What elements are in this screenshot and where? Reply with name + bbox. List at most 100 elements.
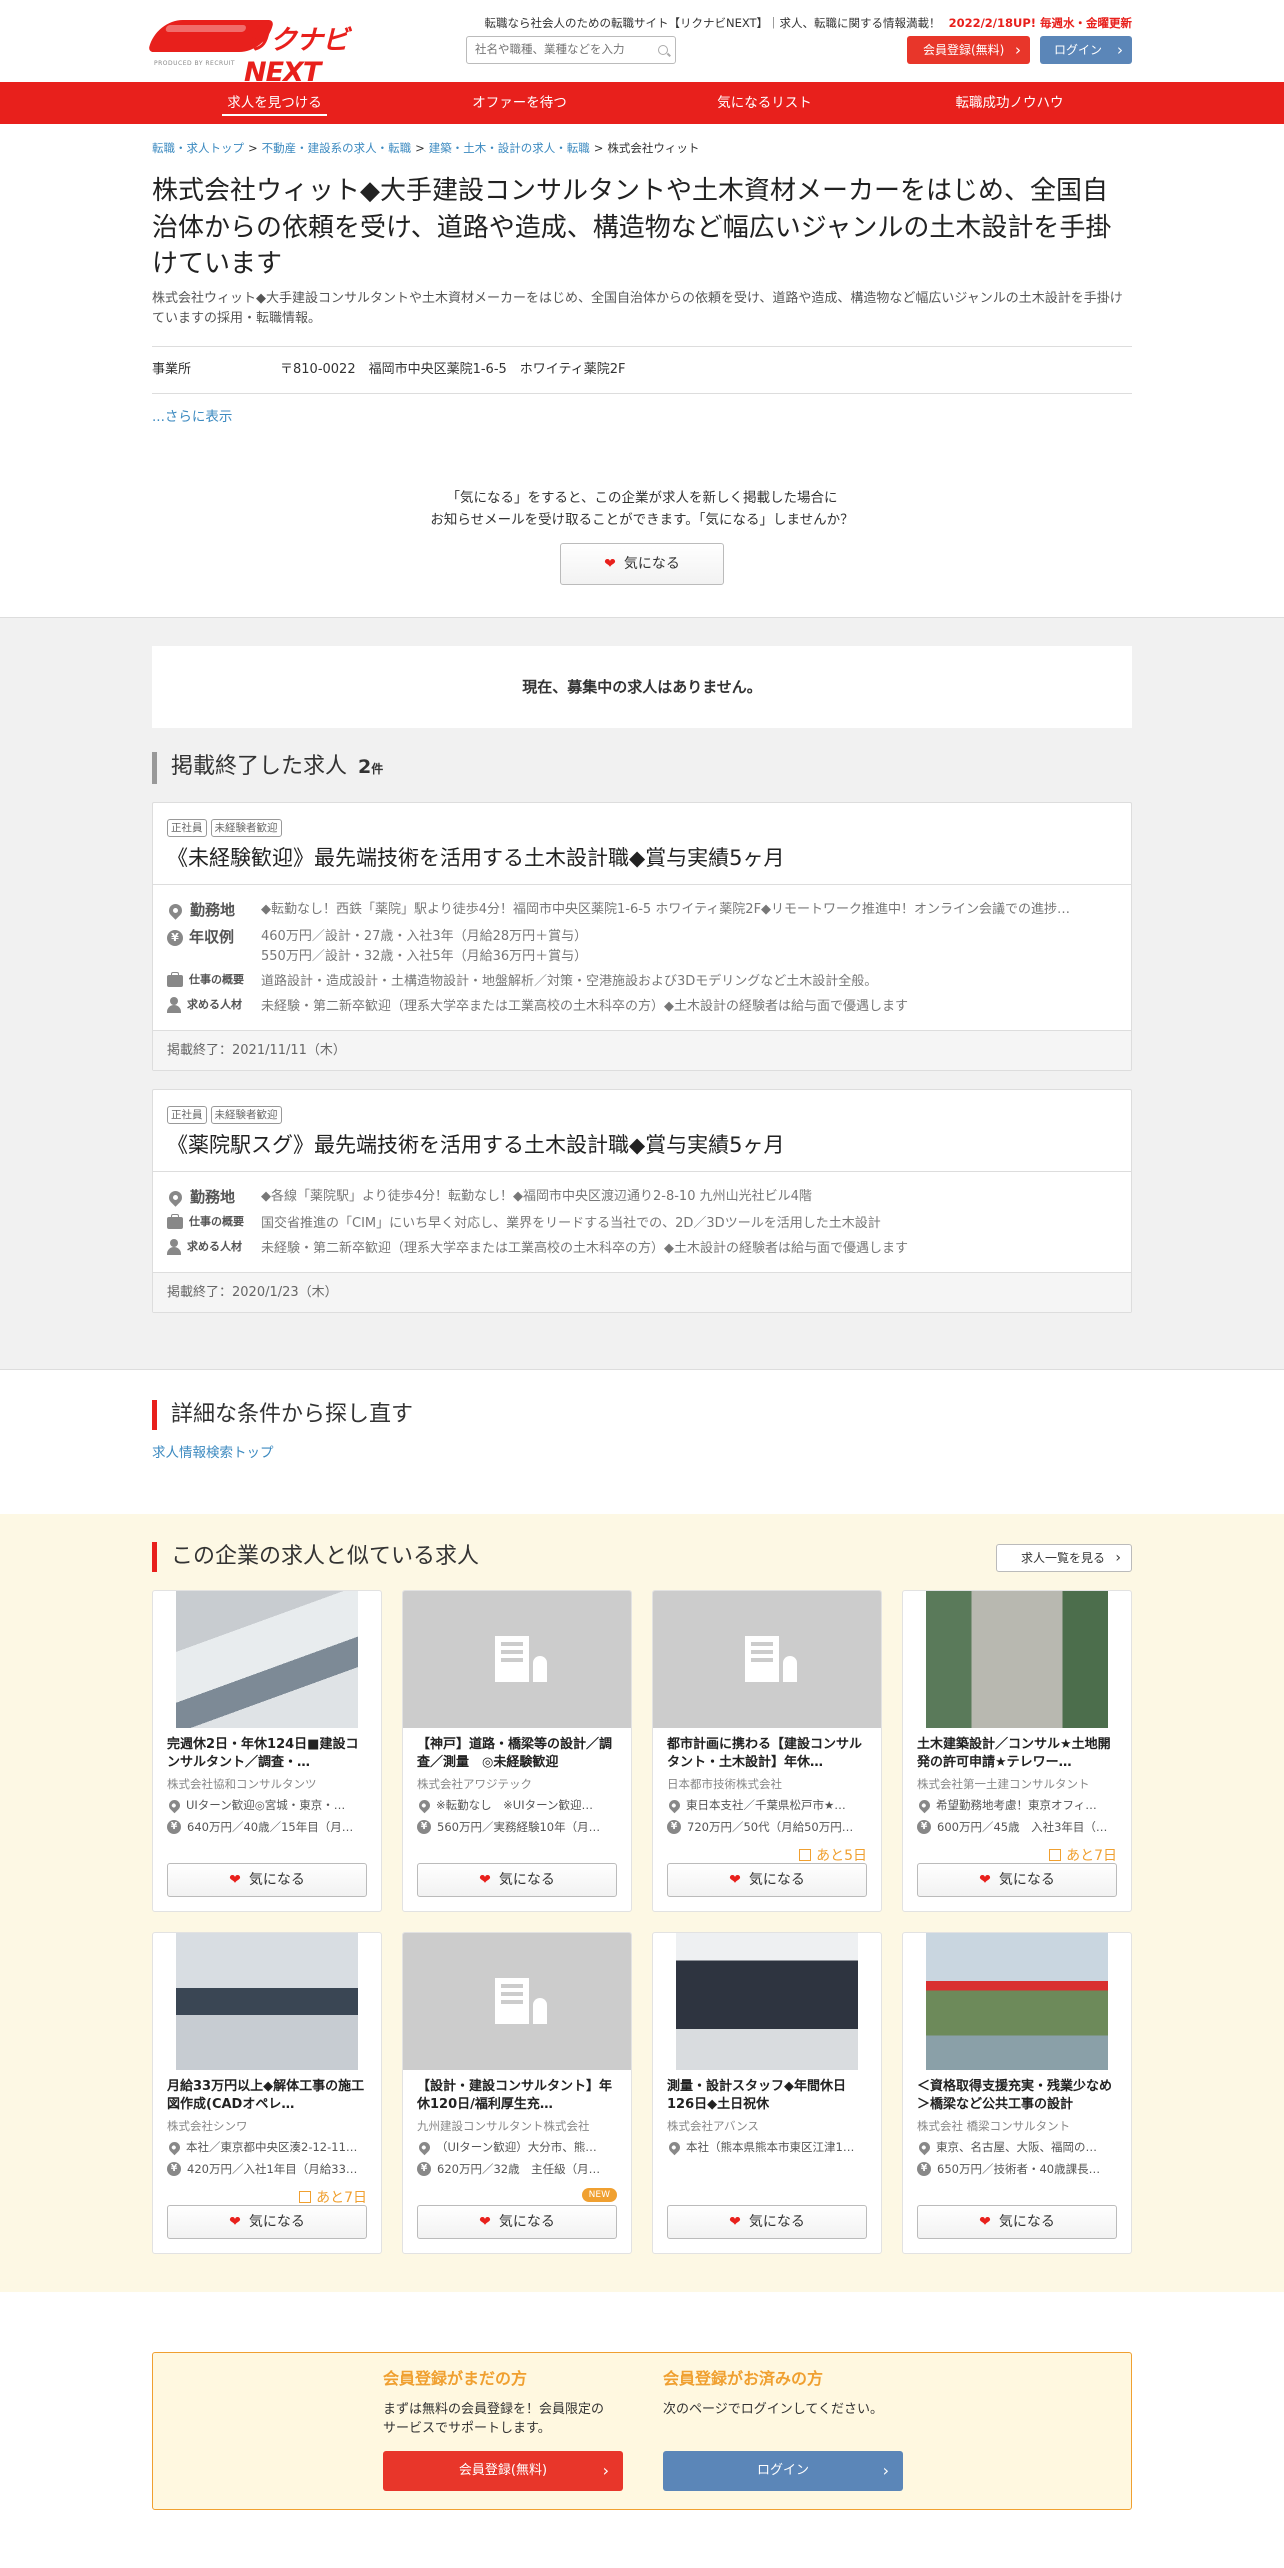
card-location: （UIターン歓迎）大分市、熊…	[417, 2139, 617, 2156]
card-job-title[interactable]: ＜資格取得支援充実・残業少なめ＞橋梁など公共工事の設計	[917, 2078, 1117, 2116]
card-favorite-button[interactable]: ❤ 気になる	[917, 1862, 1117, 1897]
login-column: 会員登録がお済みの方 次のページでログインしてください。	[663, 2367, 883, 2420]
heart-icon: ❤	[979, 2213, 991, 2230]
rikunabi-next-logo[interactable]: リクナビNEXT PRODUCED BY RECRUIT	[148, 18, 402, 88]
view-job-list-button[interactable]: 求人一覧を見る	[996, 1543, 1132, 1572]
similar-job-card[interactable]: 都市計画に携わる【建設コンサルタント・土木設計】年休… 日本都市技術株式会社 東…	[652, 1589, 882, 1912]
similar-job-card[interactable]: 土木建築設計／コンサル★土地開発の許可申請★テレワー… 株式会社第一土建コンサル…	[902, 1589, 1132, 1912]
card-favorite-button[interactable]: ❤ 気になる	[417, 2204, 617, 2239]
location-label: 勤務地	[190, 900, 236, 919]
card-favorite-button[interactable]: ❤ 気になる	[667, 2204, 867, 2239]
similar-job-card[interactable]: 完週休2日・年休124日■建設コンサルタント／調査・… 株式会社協和コンサルタン…	[152, 1589, 382, 1912]
job-thumbnail[interactable]	[153, 1932, 381, 2070]
card-favorite-button[interactable]: ❤ 気になる	[417, 1862, 617, 1897]
summary-label: 仕事の概要	[189, 972, 244, 986]
location-pin-icon	[166, 901, 185, 920]
job-title[interactable]: 《未経験歓迎》最先端技術を活用する土木設計職◆賞与実績5ヶ月	[167, 843, 1117, 873]
job-search-top-link[interactable]: 求人情報検索トップ	[152, 1444, 1132, 1464]
company-title: 株式会社ウィット◆大手建設コンサルタントや土木資材メーカーをはじめ、全国自治体か…	[152, 175, 1112, 280]
requirements-label: 求める人材	[187, 998, 242, 1012]
register-description: まずは無料の会員登録を！会員限定の サービスでサポートします。	[383, 2401, 605, 2437]
register-button[interactable]: 会員登録(無料)	[907, 36, 1030, 64]
site-header: リクナビNEXT PRODUCED BY RECRUIT 転職なら社会人のための…	[148, 0, 1132, 88]
card-job-title[interactable]: 都市計画に携わる【建設コンサルタント・土木設計】年休…	[667, 1736, 867, 1774]
update-notice: 2022/2/18UP! 毎週水・金曜更新	[948, 16, 1132, 30]
job-tag: 未経験者歓迎	[210, 1106, 282, 1125]
card-salary: ¥560万円／実務経験10年（月…	[417, 1819, 617, 1836]
logo-text: リクナビNEXT	[244, 25, 349, 88]
summary-label: 仕事の概要	[189, 1214, 244, 1228]
card-job-title[interactable]: 土木建築設計／コンサル★土地開発の許可申請★テレワー…	[917, 1736, 1117, 1774]
card-company: 九州建設コンサルタント株式会社	[417, 2118, 590, 2133]
salary-label: 年収例	[189, 927, 235, 946]
breadcrumb-top[interactable]: 転職・求人トップ	[152, 141, 244, 155]
breadcrumb-civil[interactable]: 建築・土木・設計の求人・転職	[429, 141, 590, 155]
card-location: ※転勤なし ※UIターン歓迎…	[417, 1797, 617, 1814]
heart-icon: ❤	[229, 2213, 241, 2230]
card-job-title[interactable]: 測量・設計スタッフ◆年間休日126日◆土日祝休	[667, 2078, 867, 2116]
card-job-title[interactable]: 【設計・建設コンサルタント】年休120日/福利厚生充…	[417, 2078, 617, 2116]
detail-search-heading: 詳細な条件から探し直す	[152, 1399, 1132, 1430]
location-pin-icon	[166, 1188, 185, 1207]
login-heading: 会員登録がお済みの方	[663, 2368, 824, 2388]
card-job-title[interactable]: 完週休2日・年休124日■建設コンサルタント／調査・…	[167, 1736, 367, 1774]
nav-know-how[interactable]: 転職成功ノウハウ	[887, 82, 1132, 124]
ended-job-card[interactable]: 正社員 未経験者歓迎 《薬院駅スグ》最先端技術を活用する土木設計職◆賞与実績5ヶ月…	[152, 1089, 1132, 1313]
desk-work-photo	[176, 1932, 358, 2070]
similar-job-card[interactable]: 【設計・建設コンサルタント】年休120日/福利厚生充… 九州建設コンサルタント株…	[402, 1931, 632, 2254]
building-icon	[495, 1978, 547, 2025]
card-favorite-button[interactable]: ❤ 気になる	[667, 1862, 867, 1897]
job-location: ◆各線「薬院駅」より徒歩4分！転勤なし！◆福岡市中央区渡辺通り2-8-10 九州…	[261, 1188, 812, 1204]
job-thumbnail[interactable]	[903, 1590, 1131, 1728]
calendar-icon	[1049, 1848, 1062, 1861]
location-pin-icon	[417, 2139, 433, 2156]
meeting-photo	[176, 1590, 358, 1728]
card-job-title[interactable]: 月給33万円以上◆解体工事の施工図作成(CADオペレ…	[167, 2078, 367, 2116]
login-description: 次のページでログインしてください。	[663, 2401, 883, 2417]
ended-job-card[interactable]: 正社員 未経験者歓迎 《未経験歓迎》最先端技術を活用する土木設計職◆賞与実績5ヶ月…	[152, 802, 1132, 1072]
search-input[interactable]	[467, 37, 647, 63]
card-location: 東日本支社／千葉県松戸市★…	[667, 1797, 867, 1814]
requirements-label: 求める人材	[187, 1239, 242, 1253]
similar-job-card[interactable]: 【神戸】道路・橋梁等の設計／調査／測量 ◎未経験歓迎 株式会社アワジテック ※転…	[402, 1589, 632, 1912]
card-company: 株式会社協和コンサルタンツ	[167, 1776, 317, 1791]
ended-jobs-count: 2	[358, 756, 372, 779]
breadcrumb: 転職・求人トップ > 不動産・建設系の求人・転職 > 建築・土木・設計の求人・転職 > 株式…	[152, 141, 700, 155]
ended-jobs-heading: 掲載終了した求人 2件	[152, 752, 1132, 785]
similar-job-card[interactable]: 月給33万円以上◆解体工事の施工図作成(CADオペレ… 株式会社シンワ 本社／東…	[152, 1931, 382, 2254]
card-favorite-button[interactable]: ❤ 気になる	[917, 2204, 1117, 2239]
nav-find-jobs[interactable]: 求人を見つける	[152, 82, 397, 124]
card-favorite-button[interactable]: ❤ 気になる	[167, 1862, 367, 1897]
main-nav: 求人を見つける オファーを待つ 気になるリスト 転職成功ノウハウ	[0, 82, 1284, 124]
card-job-title[interactable]: 【神戸】道路・橋梁等の設計／調査／測量 ◎未経験歓迎	[417, 1736, 617, 1774]
job-summary: 道路設計・造成設計・土構造物設計・地盤解析／対策・空港施設および3Dモデリングな…	[261, 973, 878, 989]
salary-example-1: 460万円／設計・27歳・入社3年（月給28万円＋賞与）	[261, 928, 588, 944]
job-thumbnail[interactable]	[903, 1932, 1131, 2070]
yen-icon: ¥	[667, 1820, 681, 1835]
bottom-register-button[interactable]: 会員登録(無料)	[383, 2450, 623, 2491]
card-favorite-button[interactable]: ❤ 気になる	[167, 2204, 367, 2239]
building-icon	[495, 1636, 547, 1683]
card-company: 日本都市技術株式会社	[667, 1776, 782, 1791]
bottom-login-button[interactable]: ログイン	[663, 2450, 903, 2491]
job-thumbnail[interactable]	[403, 1590, 631, 1728]
card-salary: ¥420万円／入社1年目（月給33…	[167, 2161, 367, 2178]
building-icon	[745, 1636, 797, 1683]
login-button[interactable]: ログイン	[1040, 36, 1132, 64]
job-thumbnail[interactable]	[653, 1932, 881, 2070]
nav-wait-offers[interactable]: オファーを待つ	[397, 82, 642, 124]
job-thumbnail[interactable]	[153, 1590, 381, 1728]
show-more-link[interactable]: ...さらに表示	[152, 408, 1132, 428]
breadcrumb-realestate[interactable]: 不動産・建設系の求人・転職	[262, 141, 412, 155]
similar-job-card[interactable]: 測量・設計スタッフ◆年間休日126日◆土日祝休 株式会社アバンス 本社（熊本県熊…	[652, 1931, 882, 2254]
similar-job-card[interactable]: ＜資格取得支援充実・残業少なめ＞橋梁など公共工事の設計 株式会社 橋梁コンサルタ…	[902, 1931, 1132, 2254]
search-icon[interactable]	[658, 45, 668, 55]
job-thumbnail[interactable]	[653, 1590, 881, 1728]
job-title[interactable]: 《薬院駅スグ》最先端技術を活用する土木設計職◆賞与実績5ヶ月	[167, 1130, 1117, 1160]
favorite-text-2: お知らせメールを受け取ることができます。「気になる」しませんか？	[430, 511, 854, 528]
favorite-company-button[interactable]: ❤ 気になる	[560, 543, 724, 586]
job-ended-date: 掲載終了：2020/1/23（木）	[153, 1271, 1131, 1312]
location-pin-icon	[167, 2139, 183, 2156]
nav-favorite-list[interactable]: 気になるリスト	[642, 82, 887, 124]
job-thumbnail[interactable]	[403, 1932, 631, 2070]
